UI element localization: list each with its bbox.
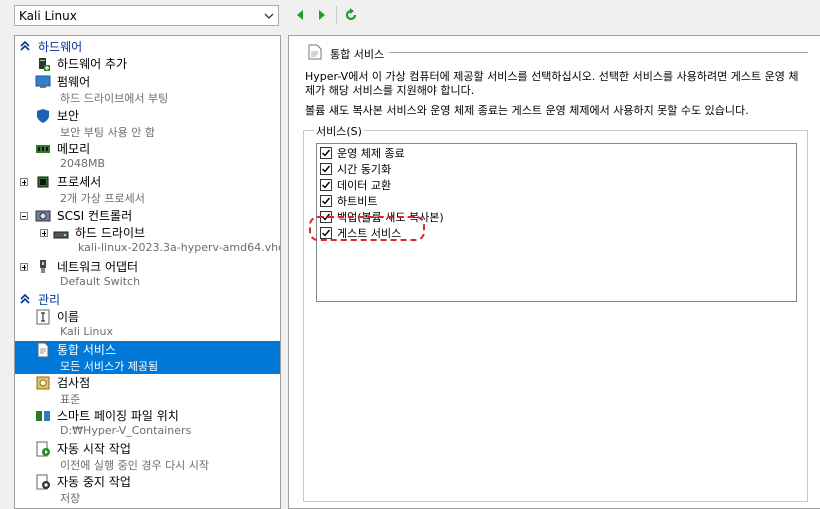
memory-icon: [35, 141, 51, 157]
checkpoint-icon: [35, 375, 51, 391]
tree-item-hard-drive[interactable]: 하드 드라이브 kali-linux-2023.3a-hyperv-amd64.…: [15, 224, 280, 257]
collapse-icon: [20, 40, 30, 51]
tree-item-subtext: 하드 드라이브에서 부팅: [60, 92, 169, 105]
tree-item-label: 통합 서비스: [57, 343, 117, 357]
tree-item-label: 메모리: [57, 142, 91, 156]
tree-item-subtext: 2048MB: [60, 157, 106, 170]
highlight-annotation: [309, 216, 425, 241]
services-label: 서비스(S): [314, 123, 364, 139]
tree-item-subtext: 보안 부팅 사용 안 함: [60, 126, 155, 139]
section-header-hardware[interactable]: 하드웨어: [15, 38, 280, 54]
tree-item-smart-paging[interactable]: 스마트 페이징 파일 위치 D:₩Hyper-V_Containers: [15, 407, 280, 440]
shield-icon: [35, 108, 51, 124]
page-title: 통합 서비스: [330, 46, 391, 62]
hard-drive-icon: [53, 227, 69, 243]
tree-item-subtext: 이전에 실행 중인 경우 다시 시작: [60, 459, 210, 472]
service-label: 하트비트: [337, 195, 378, 208]
arrow-left-icon[interactable]: [293, 8, 307, 22]
toolbar-separator: [336, 6, 337, 24]
expand-icon[interactable]: [40, 229, 48, 237]
section-header-label: 하드웨어: [38, 39, 83, 54]
arrow-right-icon[interactable]: [315, 8, 329, 22]
tree-item-subtext: Kali Linux: [60, 325, 114, 338]
tree-item-processor[interactable]: 프로세서 2개 가상 프로세서: [15, 173, 280, 206]
monitor-icon: [35, 74, 51, 90]
service-label: 데이터 교환: [337, 179, 392, 192]
smart-paging-icon: [35, 408, 51, 424]
tree-item-label: 자동 시작 작업: [57, 442, 131, 456]
refresh-icon[interactable]: [344, 8, 358, 22]
checkbox-checked[interactable]: [320, 179, 332, 191]
tree-item-subtext: kali-linux-2023.3a-hyperv-amd64.vhdx: [78, 241, 281, 254]
integration-services-icon: [35, 342, 51, 358]
tree-item-memory[interactable]: 메모리 2048MB: [15, 140, 280, 173]
tree-item-label: 프로세서: [57, 175, 102, 189]
network-adapter-icon: [35, 259, 51, 275]
tree-item-add-hardware[interactable]: 하드웨어 추가: [15, 55, 280, 72]
settings-tree[interactable]: 하드웨어 하드웨어 추가 펌웨어 하드 드라이브에서 부팅 보안 보안 부팅 사…: [14, 35, 281, 509]
tree-item-label: 네트워크 어댑터: [57, 260, 139, 274]
services-groupbox: 서비스(S) 운영 체제 종료 시간 동기화 데이터 교환 하트비트 백업(볼륨…: [303, 123, 808, 502]
vm-select-value: Kali Linux: [19, 9, 77, 23]
checkbox-checked[interactable]: [320, 163, 332, 175]
tree-item-integration-services[interactable]: 통합 서비스 모든 서비스가 제공됨: [15, 341, 280, 374]
tree-item-security[interactable]: 보안 보안 부팅 사용 안 함: [15, 107, 280, 140]
tree-item-subtext: D:₩Hyper-V_Containers: [60, 424, 192, 437]
vm-select-dropdown[interactable]: Kali Linux: [14, 5, 279, 26]
expand-icon[interactable]: [20, 178, 28, 186]
tree-item-auto-start[interactable]: 자동 시작 작업 이전에 실행 중인 경우 다시 시작: [15, 440, 280, 473]
tree-item-label: 하드웨어 추가: [57, 57, 128, 71]
name-icon: [35, 309, 51, 325]
tree-item-scsi-controller[interactable]: SCSI 컨트롤러: [15, 207, 280, 224]
auto-stop-icon: [35, 474, 51, 490]
scsi-controller-icon: [35, 208, 51, 224]
tree-item-name[interactable]: 이름 Kali Linux: [15, 308, 280, 341]
tree-item-network-adapter[interactable]: 네트워크 어댑터 Default Switch: [15, 258, 280, 291]
tree-item-auto-stop[interactable]: 자동 중지 작업 저장: [15, 473, 280, 506]
collapse-icon: [20, 293, 30, 304]
tree-item-subtext: Default Switch: [60, 275, 141, 288]
tree-item-label: 스마트 페이징 파일 위치: [57, 409, 179, 423]
tree-item-label: 검사점: [57, 376, 91, 390]
tree-item-label: SCSI 컨트롤러: [57, 209, 133, 223]
section-header-management[interactable]: 관리: [15, 291, 280, 307]
service-item-data-exchange[interactable]: 데이터 교환: [320, 177, 391, 193]
services-list[interactable]: 운영 체제 종료 시간 동기화 데이터 교환 하트비트 백업(볼륨 섀도 복사본…: [309, 143, 797, 302]
tree-item-firmware[interactable]: 펌웨어 하드 드라이브에서 부팅: [15, 73, 280, 106]
auto-start-icon: [35, 441, 51, 457]
add-hardware-icon: [35, 56, 51, 72]
service-label: 시간 동기화: [337, 163, 392, 176]
tree-item-label: 하드 드라이브: [75, 226, 146, 240]
service-item-time-sync[interactable]: 시간 동기화: [320, 161, 391, 177]
service-label: 운영 체제 종료: [337, 147, 405, 160]
checkbox-checked[interactable]: [320, 147, 332, 159]
processor-icon: [35, 174, 51, 190]
tree-item-subtext: 모든 서비스가 제공됨: [60, 360, 159, 373]
expand-icon[interactable]: [20, 263, 28, 271]
tree-item-label: 보안: [57, 109, 80, 123]
service-item-heartbeat[interactable]: 하트비트: [320, 193, 377, 209]
collapse-icon[interactable]: [20, 212, 28, 220]
tree-item-checkpoints[interactable]: 검사점 표준: [15, 374, 280, 407]
chevron-down-icon: [260, 6, 278, 25]
integration-services-icon: [308, 44, 322, 60]
tree-item-label: 이름: [57, 310, 80, 324]
note-text: 볼륨 섀도 복사본 서비스와 운영 체제 종료는 게스트 운영 체제에서 사용하…: [305, 104, 749, 117]
service-item-shutdown[interactable]: 운영 체제 종료: [320, 145, 405, 161]
tree-item-subtext: 표준: [60, 393, 81, 406]
tree-item-label: 자동 중지 작업: [57, 475, 131, 489]
description-text: Hyper-V에서 이 가상 컴퓨터에 제공할 서비스를 선택하십시오. 선택한…: [305, 70, 799, 97]
section-header-label: 관리: [38, 292, 61, 307]
tree-item-label: 펌웨어: [57, 75, 91, 89]
tree-item-subtext: 저장: [60, 492, 81, 505]
integration-services-page: 통합 서비스 Hyper-V에서 이 가상 컴퓨터에 제공할 서비스를 선택하십…: [288, 35, 820, 509]
tree-item-subtext: 2개 가상 프로세서: [60, 192, 145, 205]
checkbox-checked[interactable]: [320, 195, 332, 207]
title-divider: [389, 52, 808, 53]
